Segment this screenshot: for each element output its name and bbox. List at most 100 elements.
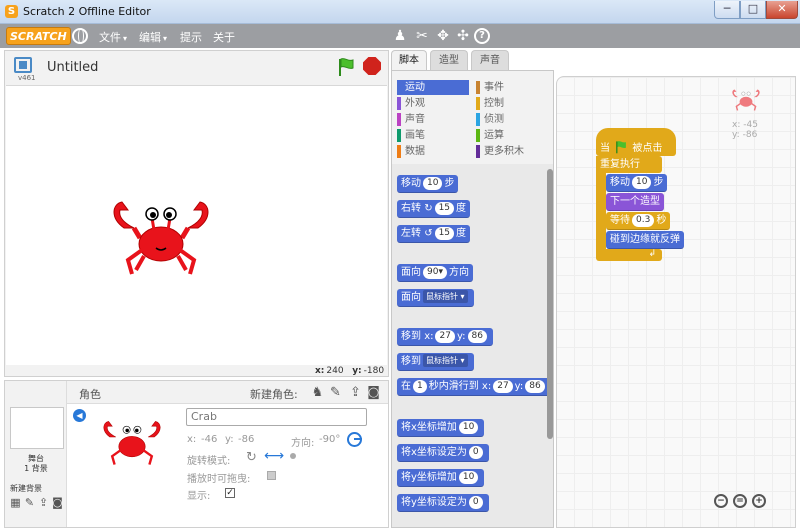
stage-canvas[interactable]: [6, 85, 387, 365]
upload-sprite-icon[interactable]: ⇪: [347, 384, 364, 401]
category-events[interactable]: 事件: [476, 80, 548, 95]
project-title-input[interactable]: Untitled: [47, 58, 187, 78]
sprite-y-row: y: -86: [732, 130, 758, 140]
category-sound[interactable]: 声音: [397, 112, 469, 127]
block-input[interactable]: 90▾: [423, 266, 447, 279]
block-input[interactable]: 0: [468, 496, 483, 509]
sprite-library-icon[interactable]: ♞: [309, 384, 326, 401]
block-input[interactable]: 10: [458, 471, 479, 484]
zoom-in-icon[interactable]: +: [752, 494, 766, 508]
script-next-costume-block[interactable]: 下一个造型: [606, 193, 664, 211]
paint-sprite-icon[interactable]: ✎: [327, 384, 344, 401]
duplicate-icon[interactable]: ♟: [392, 28, 408, 44]
show-checkbox[interactable]: ✓: [225, 488, 235, 498]
block-input[interactable]: 86: [467, 330, 487, 343]
crab-sprite[interactable]: [106, 198, 216, 278]
menu-file[interactable]: 文件 ▾: [99, 29, 127, 45]
category-more-blocks[interactable]: 更多积木: [476, 144, 548, 159]
category-control[interactable]: 控制: [476, 96, 548, 111]
upload-backdrop-icon[interactable]: ⇪: [37, 496, 50, 509]
sprite-list-header: 角色 新建角色: ♞ ✎ ⇪ ◙: [67, 381, 388, 404]
script-bounce-block[interactable]: 碰到边缘就反弹: [606, 231, 684, 249]
stage-thumbnail[interactable]: [10, 407, 64, 449]
tab-scripts[interactable]: 脚本: [391, 50, 427, 70]
rotate-left-right-icon[interactable]: ⟷: [264, 448, 284, 464]
category-looks[interactable]: 外观: [397, 96, 469, 111]
scratch-logo[interactable]: SCRATCH: [6, 27, 71, 45]
block-change-x[interactable]: 将x坐标增加 10: [397, 419, 485, 437]
block-point-in-direction[interactable]: 面向 90▾ 方向: [397, 264, 473, 282]
category-data[interactable]: 数据: [397, 144, 469, 159]
block-text: 将y坐标设定为: [401, 497, 467, 508]
scripts-area[interactable]: [556, 76, 796, 528]
new-sprite-label: 新建角色:: [250, 388, 298, 401]
window-title: Scratch 2 Offline Editor: [23, 5, 151, 18]
stop-icon[interactable]: [363, 57, 381, 75]
grow-icon[interactable]: ✥: [435, 28, 451, 44]
block-set-x[interactable]: 将x坐标设定为 0: [397, 444, 489, 462]
block-point-towards[interactable]: 面向 鼠标指针 ▾: [397, 289, 474, 307]
block-dropdown[interactable]: 鼠标指针 ▾: [423, 354, 468, 367]
block-set-y[interactable]: 将y坐标设定为 0: [397, 494, 489, 512]
zoom-reset-icon[interactable]: =: [733, 494, 747, 508]
minimize-button[interactable]: ─: [714, 1, 740, 19]
block-input[interactable]: 27: [493, 380, 513, 393]
help-icon[interactable]: ?: [474, 28, 490, 44]
tab-costumes[interactable]: 造型: [430, 50, 468, 70]
category-pen[interactable]: 画笔: [397, 128, 469, 143]
menu-edit[interactable]: 编辑 ▾: [139, 29, 167, 45]
block-input[interactable]: 1: [413, 380, 427, 393]
paint-backdrop-icon[interactable]: ✎: [23, 496, 36, 509]
maximize-button[interactable]: □: [740, 1, 766, 19]
block-move[interactable]: 移动 10 步: [397, 175, 459, 193]
block-input[interactable]: 27: [435, 330, 455, 343]
when-flag-clicked-block[interactable]: 当 被点击: [596, 128, 676, 156]
block-change-y[interactable]: 将y坐标增加 10: [397, 469, 485, 487]
block-input[interactable]: 10: [423, 177, 443, 190]
crab-thumbnail[interactable]: [97, 419, 167, 467]
block-input[interactable]: 86: [525, 380, 545, 393]
script-move-block[interactable]: 移动 10 步: [606, 174, 668, 192]
zoom-out-icon[interactable]: −: [714, 494, 728, 508]
dont-rotate-icon[interactable]: [290, 453, 296, 459]
category-operators[interactable]: 运算: [476, 128, 548, 143]
camera-sprite-icon[interactable]: ◙: [365, 384, 382, 401]
block-input[interactable]: 15: [434, 202, 455, 215]
block-go-to-xy[interactable]: 移到 x: 27 y: 86: [397, 328, 493, 346]
palette-scrollbar[interactable]: [547, 169, 553, 439]
rotate-all-around-icon[interactable]: ↻: [246, 450, 257, 465]
menu-tips[interactable]: 提示: [180, 29, 202, 45]
language-globe-icon[interactable]: [72, 28, 88, 44]
close-button[interactable]: ✕: [766, 1, 798, 19]
category-sensing[interactable]: 侦测: [476, 112, 548, 127]
block-input[interactable]: 0: [468, 446, 483, 459]
category-motion[interactable]: 运动: [397, 80, 469, 95]
delete-icon[interactable]: ✂: [414, 28, 430, 44]
draggable-checkbox[interactable]: [267, 471, 276, 480]
block-turn-left[interactable]: 左转 ↺ 15 度: [397, 225, 471, 243]
tab-sounds[interactable]: 声音: [471, 50, 509, 70]
block-dropdown[interactable]: 鼠标指针 ▾: [423, 290, 468, 303]
block-glide[interactable]: 在 1 秒内滑行到 x: 27 y: 86: [397, 378, 551, 396]
mouse-coordinates: x: 240 y: -180: [315, 366, 384, 376]
mouse-y-label: y:: [352, 366, 362, 376]
block-input[interactable]: 15: [434, 227, 455, 240]
block-turn-right[interactable]: 右转 ↻ 15 度: [397, 200, 471, 218]
sprite-info-toggle-icon[interactable]: ◀: [73, 409, 86, 422]
script-wait-block[interactable]: 等待 0.3 秒: [606, 212, 671, 230]
block-input[interactable]: 0.3: [632, 214, 655, 227]
block-go-to[interactable]: 移到 鼠标指针 ▾: [397, 353, 474, 371]
menu-about[interactable]: 关于: [213, 29, 235, 45]
shrink-icon[interactable]: ✣: [455, 28, 471, 44]
direction-dial-icon[interactable]: [347, 432, 362, 447]
green-flag-icon[interactable]: [336, 57, 356, 77]
block-input[interactable]: 10: [458, 421, 479, 434]
block-input[interactable]: 10: [632, 176, 652, 189]
block-text: y:: [514, 381, 524, 392]
sprite-name-input[interactable]: Crab: [186, 408, 367, 426]
mouse-x-label: x:: [315, 366, 325, 376]
stage-selector[interactable]: 舞台 1 背景 新建背景 ▦ ✎ ⇪ ◙: [5, 381, 67, 527]
camera-backdrop-icon[interactable]: ◙: [51, 496, 64, 509]
presentation-mode-icon[interactable]: [14, 57, 32, 73]
backdrop-library-icon[interactable]: ▦: [9, 496, 22, 509]
